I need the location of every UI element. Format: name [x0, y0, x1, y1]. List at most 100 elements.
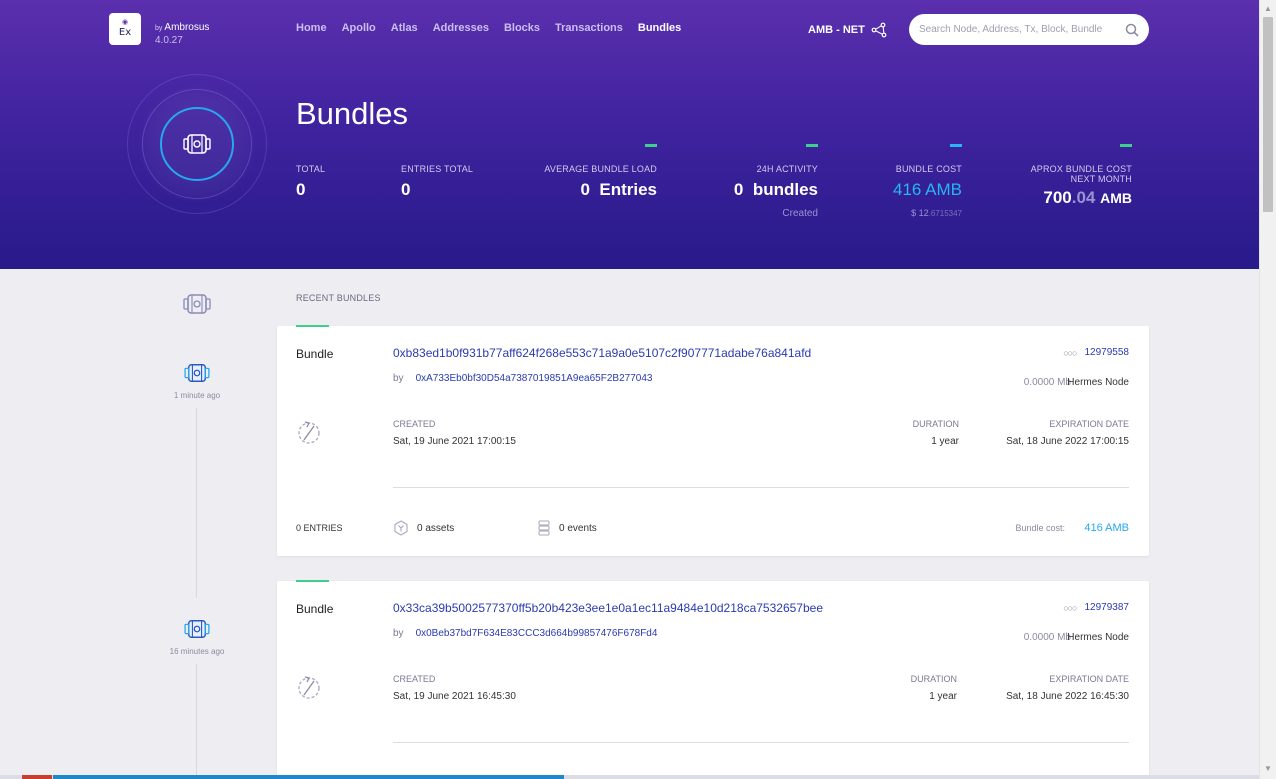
- stat-accent-bar: [950, 144, 962, 147]
- stat-aprox-value: 700.04 AMB: [1012, 188, 1132, 208]
- network-selector[interactable]: AMB - NET: [808, 22, 887, 38]
- stat-activity-value: 0 bundles: [733, 180, 818, 199]
- page-title: Bundles: [296, 96, 409, 131]
- header-hero: ◉ Ex by Ambrosus 4.0.27 Home Apollo Atlas…: [0, 0, 1259, 269]
- timeline-item: 16 minutes ago: [157, 618, 237, 656]
- timeline-line: [196, 664, 197, 779]
- stat-accent-bar: [645, 144, 657, 147]
- created-value: Sat, 19 June 2021 16:45:30: [393, 691, 516, 702]
- divider: [393, 487, 1129, 488]
- version: 4.0.27: [155, 35, 183, 46]
- expiration-label: EXPIRATION DATE: [1049, 674, 1129, 684]
- asset-icon: [394, 520, 408, 536]
- bundle-by-label: by: [393, 373, 404, 384]
- bundle-card[interactable]: Bundle 0xb83ed1b0f931b77aff624f268e553c7…: [277, 325, 1149, 556]
- hero-bundle-badge: [160, 107, 234, 181]
- stat-aprox-dec: .04: [1071, 188, 1096, 207]
- network-label: AMB - NET: [808, 24, 865, 36]
- creator-address-link[interactable]: 0xA733Eb0bf30D54a7387019851A9ea65F2B2770…: [416, 373, 653, 384]
- bundle-icon: [184, 364, 210, 382]
- stat-aprox-label: APROX BUNDLE COST NEXT MONTH: [1030, 164, 1132, 184]
- events-count: 0 events: [537, 520, 597, 536]
- taskbar-tab: [22, 775, 52, 779]
- brand: by Ambrosus: [155, 22, 209, 33]
- stat-cost-usd: $ 12.6715347: [893, 208, 962, 218]
- stat-cost-label: BUNDLE COST: [895, 164, 962, 174]
- stat-entries-label: ENTRIES TOTAL: [401, 164, 474, 174]
- search-input[interactable]: [919, 24, 1125, 35]
- created-label: CREATED: [393, 419, 436, 429]
- section-title: RECENT BUNDLES: [296, 293, 381, 303]
- assets-count: 0 assets: [393, 520, 454, 536]
- main-nav: Home Apollo Atlas Addresses Blocks Trans…: [296, 22, 696, 34]
- block-number-value: 12979558: [1084, 347, 1130, 358]
- scroll-up-icon[interactable]: ▲: [1264, 4, 1272, 13]
- nav-home[interactable]: Home: [296, 22, 327, 34]
- stat-aprox-unit: AMB: [1100, 190, 1132, 206]
- search-icon[interactable]: [1125, 23, 1139, 37]
- stat-activity-label: 24H ACTIVITY: [756, 164, 818, 174]
- stat-activity: 24H ACTIVITY 0 bundles Created: [733, 144, 818, 219]
- stat-accent-bar: [1120, 144, 1132, 147]
- stat-cost-value: 416 AMB: [893, 180, 962, 199]
- created-value: Sat, 19 June 2021 17:00:15: [393, 436, 516, 447]
- chain-icon: ○○○: [1063, 347, 1077, 358]
- bundle-kind: Bundle: [296, 347, 334, 361]
- page-scrollbar[interactable]: ▲ ▼: [1259, 0, 1276, 779]
- bundle-kind: Bundle: [296, 602, 334, 616]
- duration-value: 1 year: [931, 436, 959, 447]
- bundle-card[interactable]: Bundle 0x33ca39b5002577370ff5b20b423e3ee…: [277, 580, 1149, 779]
- section-bundle-icon: [183, 292, 211, 321]
- nav-transactions[interactable]: Transactions: [555, 22, 623, 34]
- duration-label: DURATION: [910, 674, 957, 684]
- divider: [393, 742, 1129, 743]
- card-accent: [296, 580, 329, 582]
- stat-total-value: 0: [296, 180, 306, 199]
- logo[interactable]: ◉ Ex: [109, 13, 141, 45]
- created-label: CREATED: [393, 674, 436, 684]
- stat-average-label: AVERAGE BUNDLE LOAD: [544, 164, 657, 174]
- stat-entries-value: 0: [401, 180, 411, 199]
- stat-average-value: 0 Entries: [580, 180, 657, 199]
- bundle-hash-link[interactable]: 0x33ca39b5002577370ff5b20b423e3ee1e0a1ec…: [393, 601, 823, 615]
- bundle-cost-value: 416 AMB: [1084, 522, 1129, 534]
- timeline-time: 1 minute ago: [173, 391, 221, 400]
- nav-bundles[interactable]: Bundles: [638, 22, 681, 34]
- nav-atlas[interactable]: Atlas: [391, 22, 418, 34]
- duration-value: 1 year: [929, 691, 957, 702]
- nav-apollo[interactable]: Apollo: [342, 22, 376, 34]
- stat-activity-sub: Created: [782, 208, 818, 219]
- search-box: [909, 14, 1149, 45]
- node-type: Hermes Node: [1067, 632, 1129, 643]
- block-number[interactable]: ○○○ 12979558: [1063, 347, 1129, 358]
- creator-address-link[interactable]: 0x0Beb37bd7F634E83CCC3d664b99857476F678F…: [416, 628, 658, 639]
- brand-name: Ambrosus: [164, 22, 210, 33]
- scroll-down-icon[interactable]: ▼: [1264, 764, 1272, 773]
- stat-entries: ENTRIES TOTAL 0: [401, 164, 473, 200]
- sync-icon: [296, 419, 322, 450]
- expiration-value: Sat, 18 June 2022 17:00:15: [1006, 436, 1129, 447]
- timeline-time: 16 minutes ago: [169, 647, 225, 656]
- stat-aprox-cost: APROX BUNDLE COST NEXT MONTH 700.04 AMB: [1012, 144, 1132, 208]
- assets-text: 0 assets: [417, 522, 455, 534]
- stat-accent-bar: [806, 144, 818, 147]
- bundle-icon: [184, 620, 210, 638]
- stat-total: TOTAL 0: [296, 164, 325, 200]
- block-number-value: 12979387: [1084, 602, 1130, 613]
- bundle-creator: by 0x0Beb37bd7F634E83CCC3d664b99857476F67…: [393, 628, 657, 639]
- bundle-icon: [183, 294, 211, 314]
- brand-prefix: by: [155, 25, 163, 32]
- bundle-size: 0.0000 Mb: [1023, 632, 1071, 643]
- entries-count: 0 ENTRIES: [296, 523, 343, 533]
- sync-icon: [296, 674, 322, 705]
- bundle-hash-link[interactable]: 0xb83ed1b0f931b77aff624f268e553c71a9a0e5…: [393, 346, 811, 360]
- stat-average-load: AVERAGE BUNDLE LOAD 0 Entries: [544, 144, 657, 200]
- scroll-thumb[interactable]: [1263, 17, 1273, 212]
- nav-addresses[interactable]: Addresses: [433, 22, 489, 34]
- bundle-size: 0.0000 Mb: [1023, 377, 1071, 388]
- block-number[interactable]: ○○○ 12979387: [1063, 602, 1129, 613]
- nav-blocks[interactable]: Blocks: [504, 22, 540, 34]
- stat-bundle-cost: BUNDLE COST 416 AMB $ 12.6715347: [893, 144, 962, 218]
- events-text: 0 events: [559, 522, 597, 534]
- card-accent: [296, 325, 329, 327]
